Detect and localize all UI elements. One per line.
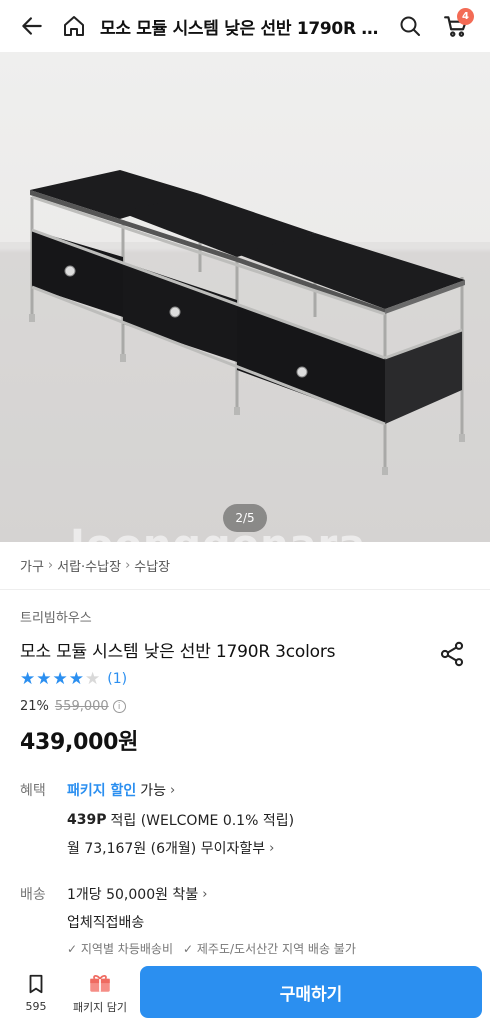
- package-discount-link[interactable]: 패키지 할인: [67, 780, 136, 800]
- chevron-right-icon: ›: [202, 886, 208, 902]
- chevron-right-icon: ›: [170, 782, 176, 798]
- back-button[interactable]: [12, 6, 52, 46]
- share-button[interactable]: [438, 640, 466, 668]
- package-label: 패키지 담기: [72, 1001, 128, 1014]
- buy-button[interactable]: 구매하기: [140, 966, 482, 1018]
- page-title: 모소 모듈 시스템 낮은 선반 1790R 3colors: [100, 18, 386, 39]
- package-box-icon: [90, 975, 110, 992]
- back-arrow-icon: [22, 17, 42, 35]
- cart-button[interactable]: 4: [436, 6, 476, 46]
- top-app-bar: 모소 모듈 시스템 낮은 선반 1790R 3colors 4: [0, 0, 490, 52]
- star-filled-icon: ★: [20, 669, 36, 689]
- shipping-notes: ✓ 지역별 차등배송비 ✓ 제주도/도서산간 지역 배송 불가: [67, 940, 356, 957]
- points-text: 적립 (WELCOME 0.1% 적립): [110, 813, 295, 829]
- brand-name[interactable]: 트리빔하우스: [20, 607, 92, 626]
- info-icon[interactable]: i: [112, 700, 126, 713]
- shipping-note: ✓ 지역별 차등배송비: [67, 942, 174, 956]
- chevron-right-icon: ›: [47, 558, 54, 573]
- chevron-right-icon: ›: [125, 558, 131, 573]
- shipping-note: ✓ 제주도/도서산간 지역 배송 불가: [183, 942, 356, 956]
- home-icon: [64, 16, 84, 36]
- shipping-label: 배송: [20, 887, 46, 903]
- discount-rate: 21%: [20, 699, 49, 714]
- benefit-label: 혜택: [20, 783, 46, 799]
- points-amount: 439P: [67, 812, 107, 828]
- original-price: 559,000: [54, 699, 109, 714]
- rating-stars[interactable]: ★ ★ ★ ★ ★ (1): [20, 670, 127, 688]
- furniture-illustration: [0, 170, 490, 542]
- shipping-fee-row[interactable]: 1개당 50,000원 착불 ›: [67, 884, 207, 904]
- section-divider: [0, 589, 490, 590]
- breadcrumb-item[interactable]: 수납장: [134, 556, 170, 575]
- home-button[interactable]: [54, 6, 94, 46]
- installment-row[interactable]: 월 73,167원 (6개월) 무이자할부 ›: [67, 838, 274, 858]
- add-to-package-button[interactable]: 패키지 담기: [66, 969, 134, 1015]
- image-pager: 2/5: [223, 504, 267, 532]
- cart-count-badge: 4: [457, 8, 474, 25]
- package-discount-row[interactable]: 패키지 할인 가능 ›: [67, 780, 175, 800]
- star-filled-icon: ★: [68, 669, 84, 689]
- shipping-fee: 1개당 50,000원 착불: [67, 887, 199, 903]
- sale-price: 439,000원: [20, 730, 139, 755]
- bookmark-button[interactable]: 595: [6, 972, 66, 1013]
- product-image[interactable]: Joonggonara 2/5: [0, 52, 490, 542]
- shipping-method: 업체직접배송: [67, 915, 145, 931]
- star-filled-icon: ★: [52, 669, 68, 689]
- bookmark-icon: [29, 974, 43, 993]
- package-available-text: 가능: [140, 783, 167, 799]
- chevron-right-icon: ›: [269, 840, 275, 856]
- share-icon: [440, 641, 464, 667]
- installment-text: 월 73,167원 (6개월) 무이자할부: [67, 841, 266, 857]
- breadcrumb-item[interactable]: 가구: [20, 556, 44, 575]
- bookmark-count: 595: [25, 999, 47, 1013]
- star-filled-icon: ★: [36, 669, 52, 689]
- search-button[interactable]: [390, 6, 430, 46]
- bottom-action-bar: 595 패키지 담기 구매하기: [0, 960, 490, 1024]
- watermark-text: Joonggonara: [70, 522, 366, 542]
- breadcrumb-item[interactable]: 서랍·수납장: [57, 556, 121, 575]
- review-count[interactable]: (1): [107, 671, 127, 687]
- search-icon: [400, 16, 420, 36]
- points-row: 439P 적립 (WELCOME 0.1% 적립): [67, 810, 294, 830]
- star-empty-icon: ★: [85, 669, 101, 689]
- breadcrumb: 가구 › 서랍·수납장 › 수납장: [20, 556, 170, 575]
- product-title: 모소 모듈 시스템 낮은 선반 1790R 3colors: [20, 642, 336, 662]
- price-discount-row: 21% 559,000 i: [20, 699, 126, 714]
